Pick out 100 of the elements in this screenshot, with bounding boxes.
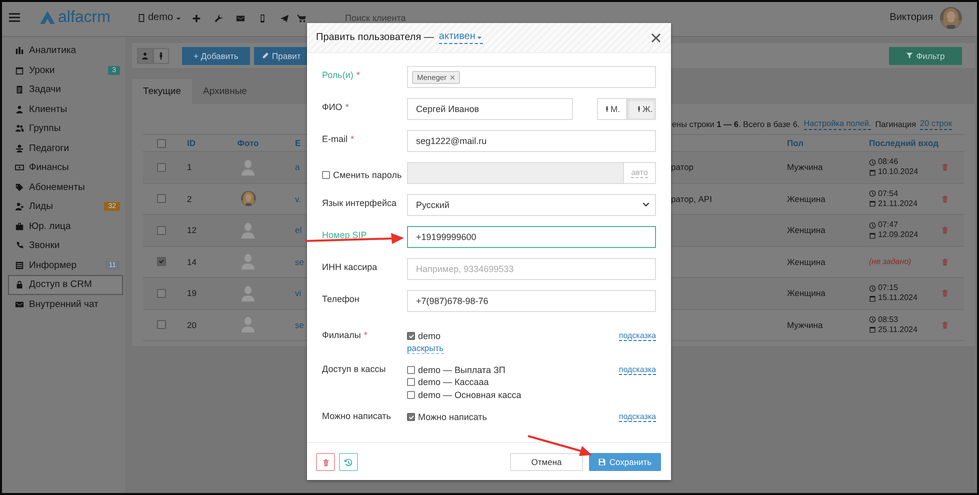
checkmark-icon — [408, 332, 414, 340]
required-mark: * — [356, 70, 360, 80]
calendar-icon — [869, 326, 876, 334]
tab[interactable]: Текущие — [132, 79, 192, 104]
sidebar-item[interactable]: Аналитика — [8, 41, 123, 60]
sidebar-item[interactable]: Внутренний чат — [8, 294, 123, 314]
sidebar-item[interactable]: Юр. лица — [8, 216, 123, 236]
plus-icon[interactable] — [192, 14, 200, 22]
envelope-icon[interactable] — [236, 14, 244, 22]
input-field[interactable]: +19199999600 — [407, 226, 656, 248]
edit-button[interactable]: Правит — [254, 46, 307, 64]
trash-icon[interactable] — [941, 320, 949, 330]
branch-selector[interactable]: demo — [137, 12, 181, 24]
checkbox[interactable] — [157, 226, 166, 235]
email-link[interactable]: v. — [295, 194, 301, 204]
checkbox[interactable] — [157, 288, 166, 298]
checkbox[interactable] — [407, 366, 415, 374]
checkbox[interactable] — [157, 138, 166, 148]
close-icon[interactable] — [651, 32, 661, 42]
field-label: Номер SIP — [322, 230, 367, 240]
money-icon — [15, 163, 24, 172]
input-field[interactable]: Например, 9334699533 — [407, 258, 656, 280]
checkbox[interactable] — [407, 413, 415, 422]
dialog-title: Править пользователя — — [316, 32, 434, 43]
input-field[interactable]: seg1222@mail.ru — [407, 130, 656, 152]
column-header[interactable]: Фото — [237, 138, 259, 148]
pagination-link[interactable]: 20 строк — [920, 118, 952, 130]
column-header[interactable]: Пол — [787, 138, 804, 148]
sidebar-item[interactable]: Абонементы — [8, 178, 123, 197]
checkbox[interactable] — [157, 320, 166, 330]
avatar-icon — [241, 253, 255, 270]
column-header[interactable]: ID — [187, 138, 196, 148]
clock-icon — [869, 222, 876, 229]
save-button[interactable]: Сохранить — [589, 453, 661, 471]
email-link[interactable]: vi — [295, 288, 302, 298]
hint-link[interactable]: подсказка — [618, 331, 656, 341]
checkbox[interactable] — [407, 378, 415, 386]
trash-icon[interactable] — [941, 225, 949, 236]
input-field[interactable]: Сергей Иванов — [407, 98, 573, 120]
gender-button[interactable]: Ж. — [626, 98, 656, 120]
document-icon — [137, 13, 146, 23]
hint-link[interactable]: подсказка — [618, 412, 656, 422]
wrench-icon[interactable] — [214, 14, 222, 22]
phone-icon[interactable] — [258, 14, 266, 22]
login-date: 21.11.2024 — [878, 198, 918, 209]
table-cell: Женщина — [787, 288, 826, 298]
input-field[interactable]: +7(987)678-98-76 — [407, 290, 656, 312]
cart-icon[interactable] — [296, 14, 306, 22]
field-label: Сменить пароль — [333, 170, 402, 180]
sidebar-item[interactable]: Группы — [8, 119, 123, 138]
column-header[interactable]: E — [295, 138, 301, 148]
users-icon — [15, 124, 24, 134]
email-link[interactable]: a — [295, 162, 300, 172]
checkbox[interactable] — [157, 257, 166, 266]
tag-icon — [15, 182, 24, 192]
email-link[interactable]: el — [295, 225, 302, 236]
required-mark: * — [364, 330, 368, 340]
expand-link[interactable]: раскрыть — [407, 342, 444, 354]
hint-link[interactable]: подсказка — [618, 364, 656, 374]
email-link[interactable]: se — [295, 320, 304, 330]
sidebar-item[interactable]: Звонки — [8, 236, 123, 256]
restore-button[interactable] — [339, 453, 358, 471]
trash-icon[interactable] — [941, 162, 949, 172]
briefcase-icon — [15, 222, 24, 231]
table-cell: 14 — [187, 256, 196, 267]
paper-plane-icon[interactable] — [280, 14, 288, 22]
delete-button[interactable] — [316, 453, 335, 471]
filter-button[interactable]: Фильтр — [889, 46, 962, 64]
language-select[interactable]: Русский — [407, 194, 656, 216]
checkbox[interactable] — [157, 194, 166, 204]
sidebar-item[interactable]: Финансы — [8, 158, 123, 178]
menu-icon[interactable] — [8, 12, 21, 23]
sidebar-item[interactable]: Задачи — [8, 80, 123, 100]
gender-button[interactable]: М. — [597, 98, 626, 120]
lock-icon — [15, 280, 24, 290]
trash-icon[interactable] — [941, 288, 949, 298]
clock-icon — [869, 190, 876, 198]
cancel-button[interactable]: Отмена — [510, 453, 583, 471]
tab[interactable]: Архивные — [192, 79, 258, 104]
checkbox-label: Можно написать — [418, 412, 487, 422]
settings-link[interactable]: Настройка полей. — [804, 118, 872, 130]
trash-icon[interactable] — [941, 256, 949, 267]
checkbox[interactable] — [157, 162, 166, 172]
checkbox[interactable] — [407, 390, 415, 399]
view-button[interactable] — [153, 48, 169, 64]
add-button[interactable]: + Добавить — [182, 46, 250, 64]
checkbox[interactable] — [407, 332, 415, 340]
trash-icon[interactable] — [941, 194, 949, 204]
sidebar-item[interactable]: Доступ в CRM — [8, 275, 123, 294]
email-link[interactable]: se — [295, 256, 304, 267]
search-field[interactable]: Поиск клиента — [345, 12, 495, 24]
required-mark: * — [345, 102, 349, 112]
column-header[interactable]: Последний вход — [869, 138, 938, 148]
sidebar-item[interactable]: Педагоги — [8, 138, 123, 158]
view-button[interactable] — [137, 48, 153, 64]
sidebar-item[interactable]: Клиенты — [8, 100, 123, 119]
field-label: Можно написать — [322, 411, 391, 421]
status-dropdown[interactable]: активен — [438, 31, 484, 44]
calendar-icon — [15, 66, 24, 75]
user-name[interactable]: Виктория — [890, 12, 933, 24]
